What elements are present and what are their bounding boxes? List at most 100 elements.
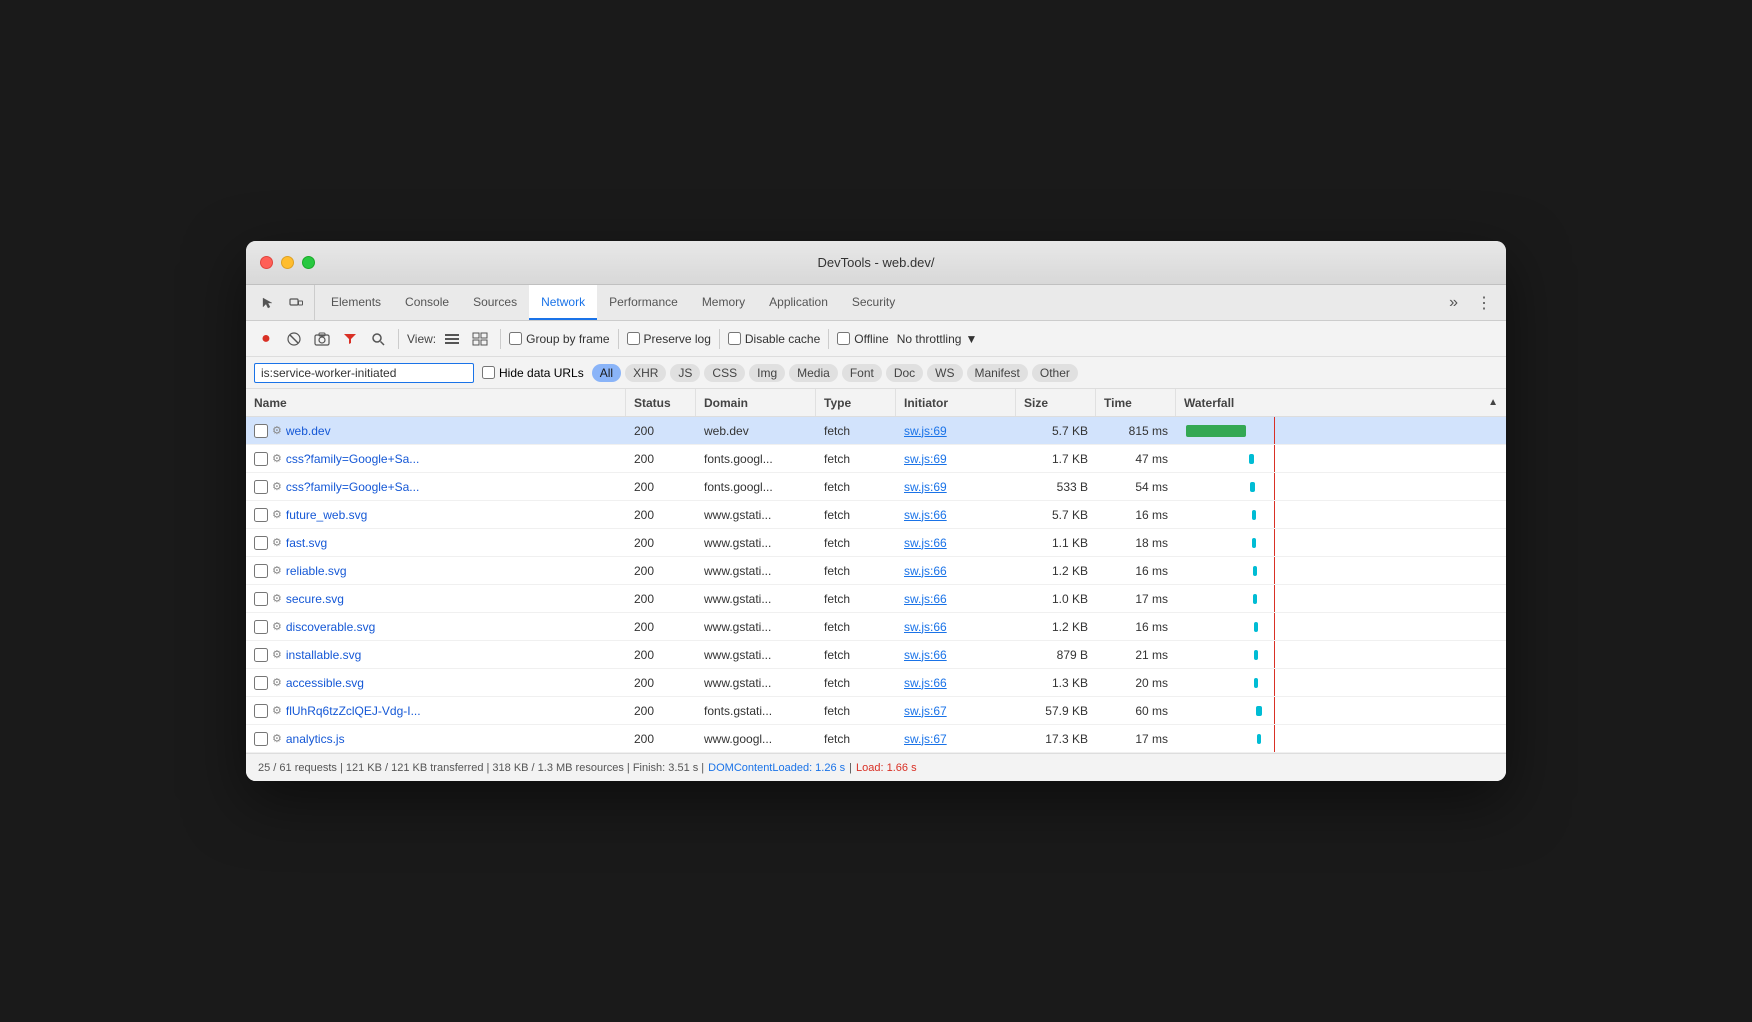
group-by-frame-checkbox[interactable]: [509, 332, 522, 345]
row-type: fetch: [816, 529, 896, 556]
disable-cache-checkbox[interactable]: [728, 332, 741, 345]
tab-console[interactable]: Console: [393, 285, 461, 320]
disable-cache-label[interactable]: Disable cache: [728, 332, 820, 346]
row-initiator[interactable]: sw.js:66: [896, 669, 1016, 696]
row-initiator[interactable]: sw.js:69: [896, 473, 1016, 500]
table-row[interactable]: ⚙ future_web.svg 200www.gstati...fetchsw…: [246, 501, 1506, 529]
filter-ws-button[interactable]: WS: [927, 364, 962, 382]
row-checkbox[interactable]: [254, 676, 268, 690]
row-size: 1.1 KB: [1016, 529, 1096, 556]
more-options-button[interactable]: ⋮: [1466, 293, 1502, 313]
filter-media-button[interactable]: Media: [789, 364, 838, 382]
tab-elements[interactable]: Elements: [319, 285, 393, 320]
filter-img-button[interactable]: Img: [749, 364, 785, 382]
table-row[interactable]: ⚙ analytics.js 200www.googl...fetchsw.js…: [246, 725, 1506, 753]
filter-xhr-button[interactable]: XHR: [625, 364, 666, 382]
filter-font-button[interactable]: Font: [842, 364, 882, 382]
table-row[interactable]: ⚙ flUhRq6tzZclQEJ-Vdg-I... 200fonts.gsta…: [246, 697, 1506, 725]
header-domain[interactable]: Domain: [696, 389, 816, 416]
row-initiator[interactable]: sw.js:66: [896, 585, 1016, 612]
row-checkbox[interactable]: [254, 704, 268, 718]
row-checkbox[interactable]: [254, 508, 268, 522]
load-marker-line: [1274, 641, 1275, 668]
row-checkbox[interactable]: [254, 480, 268, 494]
clear-button[interactable]: [282, 327, 306, 351]
row-domain: www.gstati...: [696, 669, 816, 696]
table-header: Name Status Domain Type Initiator Size T…: [246, 389, 1506, 417]
row-initiator[interactable]: sw.js:66: [896, 613, 1016, 640]
row-checkbox[interactable]: [254, 732, 268, 746]
hide-data-urls-label[interactable]: Hide data URLs: [482, 366, 584, 380]
filter-button[interactable]: [338, 327, 362, 351]
table-row[interactable]: ⚙ reliable.svg 200www.gstati...fetchsw.j…: [246, 557, 1506, 585]
tab-network[interactable]: Network: [529, 285, 597, 320]
maximize-button[interactable]: [302, 256, 315, 269]
row-initiator[interactable]: sw.js:69: [896, 417, 1016, 444]
header-waterfall[interactable]: Waterfall ▲: [1176, 389, 1506, 416]
tab-memory[interactable]: Memory: [690, 285, 757, 320]
row-initiator[interactable]: sw.js:67: [896, 697, 1016, 724]
header-type[interactable]: Type: [816, 389, 896, 416]
row-initiator[interactable]: sw.js:66: [896, 501, 1016, 528]
row-checkbox[interactable]: [254, 424, 268, 438]
row-name: discoverable.svg: [286, 620, 375, 634]
throttle-select[interactable]: No throttling ▼: [893, 330, 982, 348]
table-row[interactable]: ⚙ secure.svg 200www.gstati...fetchsw.js:…: [246, 585, 1506, 613]
table-row[interactable]: ⚙ fast.svg 200www.gstati...fetchsw.js:66…: [246, 529, 1506, 557]
row-initiator[interactable]: sw.js:66: [896, 641, 1016, 668]
preserve-log-checkbox[interactable]: [627, 332, 640, 345]
row-checkbox[interactable]: [254, 536, 268, 550]
offline-checkbox[interactable]: [837, 332, 850, 345]
row-size: 879 B: [1016, 641, 1096, 668]
cursor-icon[interactable]: [258, 293, 278, 313]
table-row[interactable]: ⚙ discoverable.svg 200www.gstati...fetch…: [246, 613, 1506, 641]
row-initiator[interactable]: sw.js:66: [896, 529, 1016, 556]
filter-all-button[interactable]: All: [592, 364, 621, 382]
close-button[interactable]: [260, 256, 273, 269]
row-checkbox[interactable]: [254, 564, 268, 578]
header-time[interactable]: Time: [1096, 389, 1176, 416]
table-row[interactable]: ⚙ installable.svg 200www.gstati...fetchs…: [246, 641, 1506, 669]
tab-overflow-button[interactable]: »: [1441, 294, 1466, 312]
tab-sources[interactable]: Sources: [461, 285, 529, 320]
device-icon[interactable]: [286, 293, 306, 313]
tab-security[interactable]: Security: [840, 285, 907, 320]
row-time: 815 ms: [1096, 417, 1176, 444]
row-size: 533 B: [1016, 473, 1096, 500]
list-view-button[interactable]: [440, 327, 464, 351]
filter-js-button[interactable]: JS: [670, 364, 700, 382]
filter-doc-button[interactable]: Doc: [886, 364, 923, 382]
filter-input[interactable]: [254, 363, 474, 383]
row-checkbox[interactable]: [254, 592, 268, 606]
filter-css-button[interactable]: CSS: [704, 364, 745, 382]
row-initiator[interactable]: sw.js:69: [896, 445, 1016, 472]
grid-view-button[interactable]: [468, 327, 492, 351]
row-checkbox[interactable]: [254, 648, 268, 662]
header-status[interactable]: Status: [626, 389, 696, 416]
record-button[interactable]: ●: [254, 327, 278, 351]
row-checkbox[interactable]: [254, 452, 268, 466]
row-type: fetch: [816, 585, 896, 612]
table-row[interactable]: ⚙ accessible.svg 200www.gstati...fetchsw…: [246, 669, 1506, 697]
screenshot-button[interactable]: [310, 327, 334, 351]
row-initiator[interactable]: sw.js:66: [896, 557, 1016, 584]
row-initiator[interactable]: sw.js:67: [896, 725, 1016, 752]
tab-performance[interactable]: Performance: [597, 285, 690, 320]
tab-bar-icons: [250, 285, 315, 320]
table-row[interactable]: ⚙ web.dev 200web.devfetchsw.js:695.7 KB8…: [246, 417, 1506, 445]
header-size[interactable]: Size: [1016, 389, 1096, 416]
search-button[interactable]: [366, 327, 390, 351]
table-row[interactable]: ⚙ css?family=Google+Sa... 200fonts.googl…: [246, 473, 1506, 501]
hide-data-urls-checkbox[interactable]: [482, 366, 495, 379]
minimize-button[interactable]: [281, 256, 294, 269]
header-initiator[interactable]: Initiator: [896, 389, 1016, 416]
filter-manifest-button[interactable]: Manifest: [967, 364, 1028, 382]
header-name[interactable]: Name: [246, 389, 626, 416]
filter-other-button[interactable]: Other: [1032, 364, 1078, 382]
preserve-log-label[interactable]: Preserve log: [627, 332, 711, 346]
table-row[interactable]: ⚙ css?family=Google+Sa... 200fonts.googl…: [246, 445, 1506, 473]
tab-application[interactable]: Application: [757, 285, 840, 320]
row-checkbox[interactable]: [254, 620, 268, 634]
group-by-frame-label[interactable]: Group by frame: [509, 332, 609, 346]
offline-label[interactable]: Offline: [837, 332, 888, 346]
